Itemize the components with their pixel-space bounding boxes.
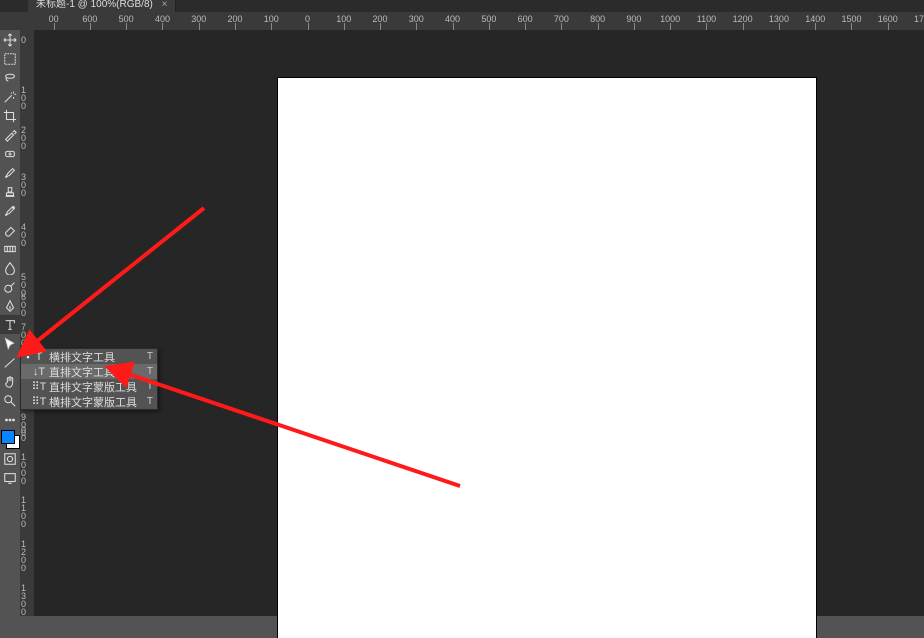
shape-tool[interactable]	[0, 353, 20, 372]
type-icon: ↓T	[31, 366, 47, 378]
flyout-item-1[interactable]: ↓T直排文字工具T	[21, 364, 157, 379]
pen-tool[interactable]	[0, 296, 20, 315]
type-tool-flyout: ▪T横排文字工具T↓T直排文字工具T⠿T直排文字蒙版工具T⠿T横排文字蒙版工具T	[20, 348, 158, 410]
canvas[interactable]	[278, 78, 816, 638]
flyout-label: 直排文字蒙版工具	[47, 379, 141, 395]
ruler-tick: 6 0 0	[21, 293, 26, 317]
wand-tool[interactable]	[0, 87, 20, 106]
flyout-shortcut: T	[141, 396, 153, 407]
zoom-tool[interactable]	[0, 391, 20, 410]
ruler-tick: 1700	[914, 14, 924, 24]
flyout-item-0[interactable]: ▪T横排文字工具T	[21, 349, 157, 364]
type-icon: T	[31, 351, 47, 363]
history-brush-tool[interactable]	[0, 201, 20, 220]
marquee-tool[interactable]	[0, 49, 20, 68]
eyedropper-tool[interactable]	[0, 125, 20, 144]
healing-tool[interactable]	[0, 144, 20, 163]
move-tool[interactable]	[0, 30, 20, 49]
ruler-tick: 0	[21, 36, 26, 44]
flyout-label: 横排文字蒙版工具	[47, 394, 141, 410]
type-icon: ⠿T	[31, 395, 47, 408]
ruler-tick: 3 0 0	[21, 173, 26, 197]
tab-title: 未标题-1 @ 100%(RGB/8)	[36, 0, 153, 10]
brush-tool[interactable]	[0, 163, 20, 182]
ruler-tick: 1 1 0 0	[21, 496, 26, 528]
path-select-tool[interactable]	[0, 334, 20, 353]
ruler-vertical: 01 0 02 0 03 0 04 0 05 0 06 0 07 0 08 0 …	[20, 30, 35, 616]
blur-tool[interactable]	[0, 258, 20, 277]
ruler-tick: 1 0 0	[21, 86, 26, 110]
canvas-area	[34, 30, 924, 616]
flyout-item-3[interactable]: ⠿T横排文字蒙版工具T	[21, 394, 157, 409]
flyout-item-2[interactable]: ⠿T直排文字蒙版工具T	[21, 379, 157, 394]
stamp-tool[interactable]	[0, 182, 20, 201]
toolbar	[0, 30, 20, 616]
foreground-color[interactable]	[1, 430, 15, 444]
hand-tool[interactable]	[0, 372, 20, 391]
ruler-tick: 2 0 0	[21, 126, 26, 150]
ruler-tick: 4 0 0	[21, 223, 26, 247]
tab-bar: 未标题-1 @ 100%(RGB/8) ×	[0, 0, 924, 12]
flyout-label: 直排文字工具	[47, 364, 141, 380]
flyout-shortcut: T	[141, 366, 153, 377]
document-tab[interactable]: 未标题-1 @ 100%(RGB/8) ×	[28, 0, 176, 12]
ruler-tick: 1 2 0 0	[21, 540, 26, 572]
lasso-tool[interactable]	[0, 68, 20, 87]
gradient-tool[interactable]	[0, 239, 20, 258]
type-tool[interactable]	[0, 315, 20, 334]
crop-tool[interactable]	[0, 106, 20, 125]
ruler-tick: 1 3 0 0	[21, 584, 26, 616]
close-icon[interactable]: ×	[162, 0, 168, 10]
flyout-shortcut: T	[141, 381, 153, 392]
eraser-tool[interactable]	[0, 220, 20, 239]
ruler-tick: 7 0 0	[21, 323, 26, 347]
ruler-tick: 0 0	[21, 426, 26, 442]
flyout-shortcut: T	[141, 351, 153, 362]
edit-toolbar[interactable]	[0, 410, 20, 429]
flyout-label: 横排文字工具	[47, 349, 141, 365]
color-swatch[interactable]	[1, 430, 19, 448]
type-icon: ⠿T	[31, 380, 47, 393]
ruler-horizontal: 0060050040030020010001002003004005006007…	[0, 12, 924, 31]
dodge-tool[interactable]	[0, 277, 20, 296]
screenmode-tool[interactable]	[0, 468, 20, 487]
quickmask-tool[interactable]	[0, 449, 20, 468]
ruler-tick: 1 0 0 0	[21, 453, 26, 485]
